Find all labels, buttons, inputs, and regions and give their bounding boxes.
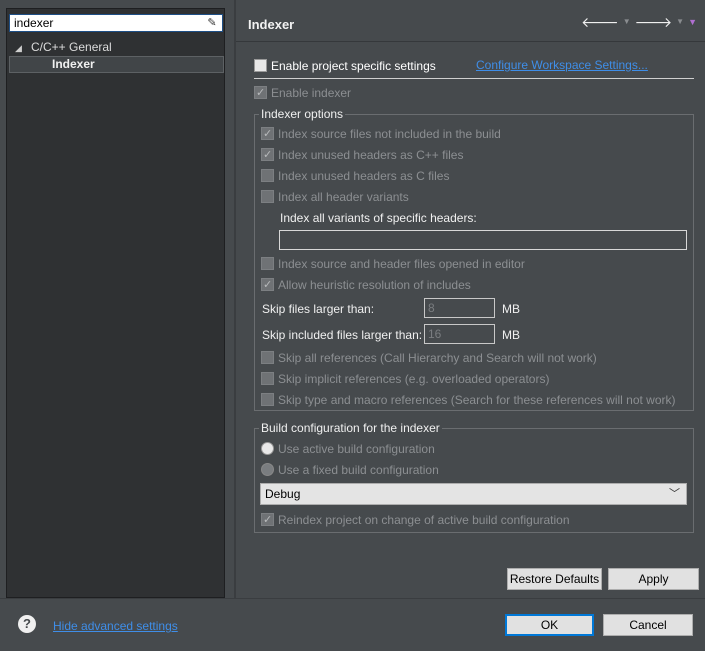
checkbox[interactable] — [261, 372, 274, 386]
separator — [254, 78, 694, 79]
opt-index-source-not-in-build[interactable]: Index source files not included in the b… — [261, 125, 501, 142]
enable-project-settings-row[interactable]: Enable project specific settings — [254, 57, 436, 73]
option-label: Index unused headers as C++ files — [278, 147, 464, 162]
tree-item-indexer[interactable]: Indexer — [9, 56, 224, 73]
enable-indexer-row[interactable]: Enable indexer — [254, 84, 352, 101]
preference-page: Indexer 🡐 ▼ 🡒 ▼ ▼ Enable project specifi… — [236, 0, 705, 598]
checkbox[interactable] — [261, 393, 274, 407]
checkbox[interactable] — [261, 169, 274, 183]
expand-triangle-icon[interactable]: ◢ — [15, 40, 31, 56]
dialog-footer: ? Hide advanced settings OK Cancel — [0, 598, 705, 651]
tree-item-label: C/C++ General — [31, 40, 112, 54]
option-label: Allow heuristic resolution of includes — [278, 277, 471, 292]
radio-active-config[interactable] — [261, 442, 274, 456]
indexer-options-title: Indexer options — [259, 107, 346, 121]
chevron-down-icon: ﹀ — [669, 488, 680, 500]
page-nav: 🡐 ▼ 🡒 ▼ ▼ — [581, 14, 697, 30]
enable-indexer-label: Enable indexer — [271, 85, 352, 100]
view-menu-icon[interactable]: ▼ — [688, 14, 697, 30]
ok-button[interactable]: OK — [505, 614, 594, 636]
eraser-icon[interactable]: ✎ — [205, 16, 219, 30]
checkbox[interactable] — [261, 277, 274, 293]
page-header: Indexer 🡐 ▼ 🡒 ▼ ▼ — [236, 6, 705, 42]
skip-files-input[interactable]: 8 — [424, 298, 495, 318]
forward-arrow-icon[interactable]: 🡒 — [635, 14, 673, 30]
option-label: Index source files not included in the b… — [278, 126, 501, 141]
option-label: Skip type and macro references (Search f… — [278, 392, 676, 407]
forward-dropdown-icon[interactable]: ▼ — [676, 14, 684, 30]
specific-headers-input[interactable] — [279, 230, 687, 250]
tree-item-label: Indexer — [52, 57, 95, 71]
reindex-on-change-row[interactable]: Reindex project on change of active buil… — [261, 511, 570, 528]
opt-skip-implicit-references[interactable]: Skip implicit references (e.g. overloade… — [261, 370, 549, 386]
enable-indexer-checkbox[interactable] — [254, 85, 267, 101]
opt-index-opened-in-editor[interactable]: Index source and header files opened in … — [261, 255, 525, 271]
radio-active-config-row[interactable]: Use active build configuration — [261, 440, 435, 456]
option-label: Skip implicit references (e.g. overloade… — [278, 371, 550, 386]
radio-fixed-config[interactable] — [261, 463, 274, 477]
skip-included-input[interactable]: 16 — [424, 324, 495, 344]
radio-fixed-config-row[interactable]: Use a fixed build configuration — [261, 461, 439, 477]
opt-index-all-header-variants[interactable]: Index all header variants — [261, 188, 409, 204]
checkbox[interactable] — [261, 126, 274, 142]
help-icon[interactable]: ? — [18, 615, 36, 633]
skip-files-unit: MB — [502, 302, 520, 316]
back-dropdown-icon[interactable]: ▼ — [623, 14, 631, 30]
configure-workspace-link[interactable]: Configure Workspace Settings... — [476, 57, 648, 73]
build-config-title: Build configuration for the indexer — [259, 421, 442, 435]
checkbox[interactable] — [261, 190, 274, 204]
select-value: Debug — [265, 487, 301, 501]
cancel-button[interactable]: Cancel — [603, 614, 693, 636]
option-label: Index all header variants — [278, 189, 409, 204]
option-label: Index source and header files opened in … — [278, 256, 525, 271]
enable-project-settings-checkbox[interactable] — [254, 59, 267, 73]
opt-skip-type-macro-references[interactable]: Skip type and macro references (Search f… — [261, 391, 676, 407]
back-arrow-icon[interactable]: 🡐 — [581, 14, 619, 30]
restore-defaults-button[interactable]: Restore Defaults — [507, 568, 602, 590]
page-title: Indexer — [248, 17, 295, 32]
opt-index-unused-cpp[interactable]: Index unused headers as C++ files — [261, 146, 464, 163]
checkbox[interactable] — [261, 147, 274, 163]
reindex-label: Reindex project on change of active buil… — [278, 512, 570, 527]
option-label: Skip all references (Call Hierarchy and … — [278, 350, 597, 365]
radio-label: Use a fixed build configuration — [278, 462, 439, 477]
opt-skip-all-references[interactable]: Skip all references (Call Hierarchy and … — [261, 349, 597, 365]
checkbox[interactable] — [261, 257, 274, 271]
filter-text: indexer — [14, 16, 54, 30]
hide-advanced-settings-link[interactable]: Hide advanced settings — [53, 618, 178, 634]
preference-tree-pane: indexer ✎ ◢ C/C++ General Indexer — [6, 8, 225, 598]
skip-files-label: Skip files larger than: — [262, 302, 375, 316]
filter-input[interactable]: indexer ✎ — [9, 14, 223, 32]
option-label: Index unused headers as C files — [278, 168, 450, 183]
radio-label: Use active build configuration — [278, 441, 435, 456]
skip-included-unit: MB — [502, 328, 520, 342]
build-config-select[interactable]: Debug ﹀ — [260, 483, 687, 505]
apply-button[interactable]: Apply — [608, 568, 699, 590]
opt-index-unused-c[interactable]: Index unused headers as C files — [261, 167, 449, 183]
tree-item-cpp-general[interactable]: ◢ C/C++ General — [15, 39, 112, 55]
checkbox[interactable] — [261, 351, 274, 365]
opt-heuristic-includes[interactable]: Allow heuristic resolution of includes — [261, 276, 471, 293]
specific-headers-label: Index all variants of specific headers: — [280, 211, 477, 225]
reindex-checkbox[interactable] — [261, 512, 274, 528]
enable-project-settings-label: Enable project specific settings — [271, 58, 436, 73]
skip-included-label: Skip included files larger than: — [262, 328, 423, 342]
preferences-dialog: indexer ✎ ◢ C/C++ General Indexer Indexer… — [0, 0, 705, 651]
